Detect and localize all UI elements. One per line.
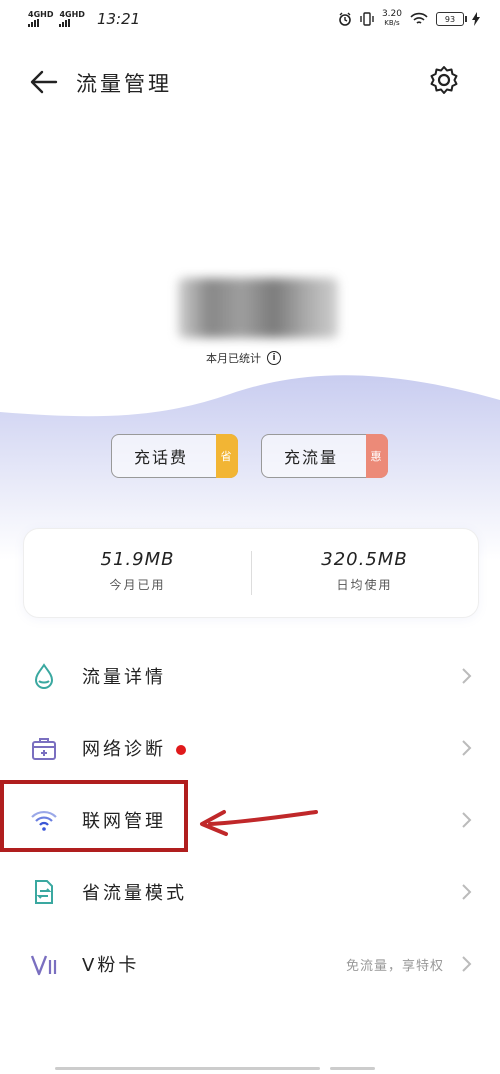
v-card-icon	[30, 955, 57, 976]
signal-bars-icon	[59, 19, 71, 27]
menu-item-hint: 免流量，享特权	[345, 958, 444, 974]
blurred-usage-figure	[178, 278, 338, 338]
vibrate-icon	[360, 12, 374, 26]
recharge-data-label: 充流量	[284, 448, 339, 467]
recharge-fee-label: 充话费	[134, 448, 189, 467]
recharge-data-button[interactable]: 充流量 惠	[261, 434, 388, 478]
chevron-right-icon	[462, 956, 472, 972]
annotation-highlight-box	[0, 780, 188, 852]
home-indicator[interactable]	[55, 1067, 320, 1070]
menu-item-label: 省流量模式	[82, 883, 187, 904]
notification-dot	[176, 745, 186, 755]
toolbox-icon	[32, 738, 56, 760]
menu-item-data-details[interactable]: 流量详情	[0, 640, 500, 712]
status-right: 3.20 KB/s 93	[338, 10, 480, 28]
network-speed: 3.20 KB/s	[382, 10, 402, 28]
daily-average-label: 日均使用	[336, 578, 393, 592]
menu-item-text: 网络诊断	[82, 739, 166, 760]
battery-icon: 93	[436, 12, 467, 26]
daily-average: 320.5MB 日均使用	[251, 549, 478, 593]
signal-bars-icon	[28, 19, 39, 27]
menu-item-label: 流量详情	[82, 667, 166, 688]
chevron-right-icon	[462, 740, 472, 756]
status-left: 4GHD 4GHD 13:21	[28, 10, 140, 28]
discount-badge: 惠	[366, 434, 388, 478]
sim1-signal: 4GHD	[28, 11, 53, 27]
menu-item-label: V粉卡	[82, 955, 140, 976]
speed-value: 3.20	[381, 9, 402, 19]
top-app-bar: 流量管理	[0, 58, 500, 104]
page-title: 流量管理	[76, 72, 172, 96]
battery-level: 93	[444, 14, 456, 24]
menu-item-label: 网络诊断	[82, 735, 186, 761]
settings-gear-icon[interactable]	[428, 64, 460, 96]
menu-item-network-diagnosis[interactable]: 网络诊断	[0, 712, 500, 784]
sim1-label: 4GHD	[28, 10, 54, 19]
save-badge: 省	[216, 434, 238, 478]
alarm-icon	[339, 12, 351, 26]
charging-icon	[472, 12, 480, 26]
chevron-right-icon	[462, 812, 472, 828]
today-usage-label: 今月已用	[109, 578, 166, 592]
wifi-status-icon	[410, 12, 428, 24]
home-indicator-secondary	[330, 1067, 375, 1070]
annotation-arrow-icon	[200, 810, 318, 836]
today-usage-value: 51.9MB	[100, 549, 175, 570]
data-saver-icon	[35, 880, 53, 904]
chevron-right-icon	[462, 884, 472, 900]
clock: 13:21	[96, 10, 141, 28]
sim2-signal: 4GHD	[59, 10, 85, 27]
back-arrow-icon[interactable]	[28, 66, 60, 98]
sim2-label: 4GHD	[59, 10, 85, 19]
status-bar: 4GHD 4GHD 13:21 3.20 KB/s 93	[0, 0, 500, 40]
menu-item-data-saver[interactable]: 省流量模式	[0, 856, 500, 928]
water-drop-icon	[34, 663, 54, 689]
chevron-right-icon	[462, 668, 472, 684]
daily-average-value: 320.5MB	[321, 549, 408, 570]
speed-unit: KB/s	[384, 19, 400, 27]
menu-item-v-card[interactable]: V粉卡 免流量，享特权	[0, 928, 500, 1000]
recharge-fee-button[interactable]: 充话费 省	[111, 434, 238, 478]
usage-card: 51.9MB 今月已用 320.5MB 日均使用	[23, 528, 479, 618]
today-usage: 51.9MB 今月已用	[24, 549, 251, 593]
